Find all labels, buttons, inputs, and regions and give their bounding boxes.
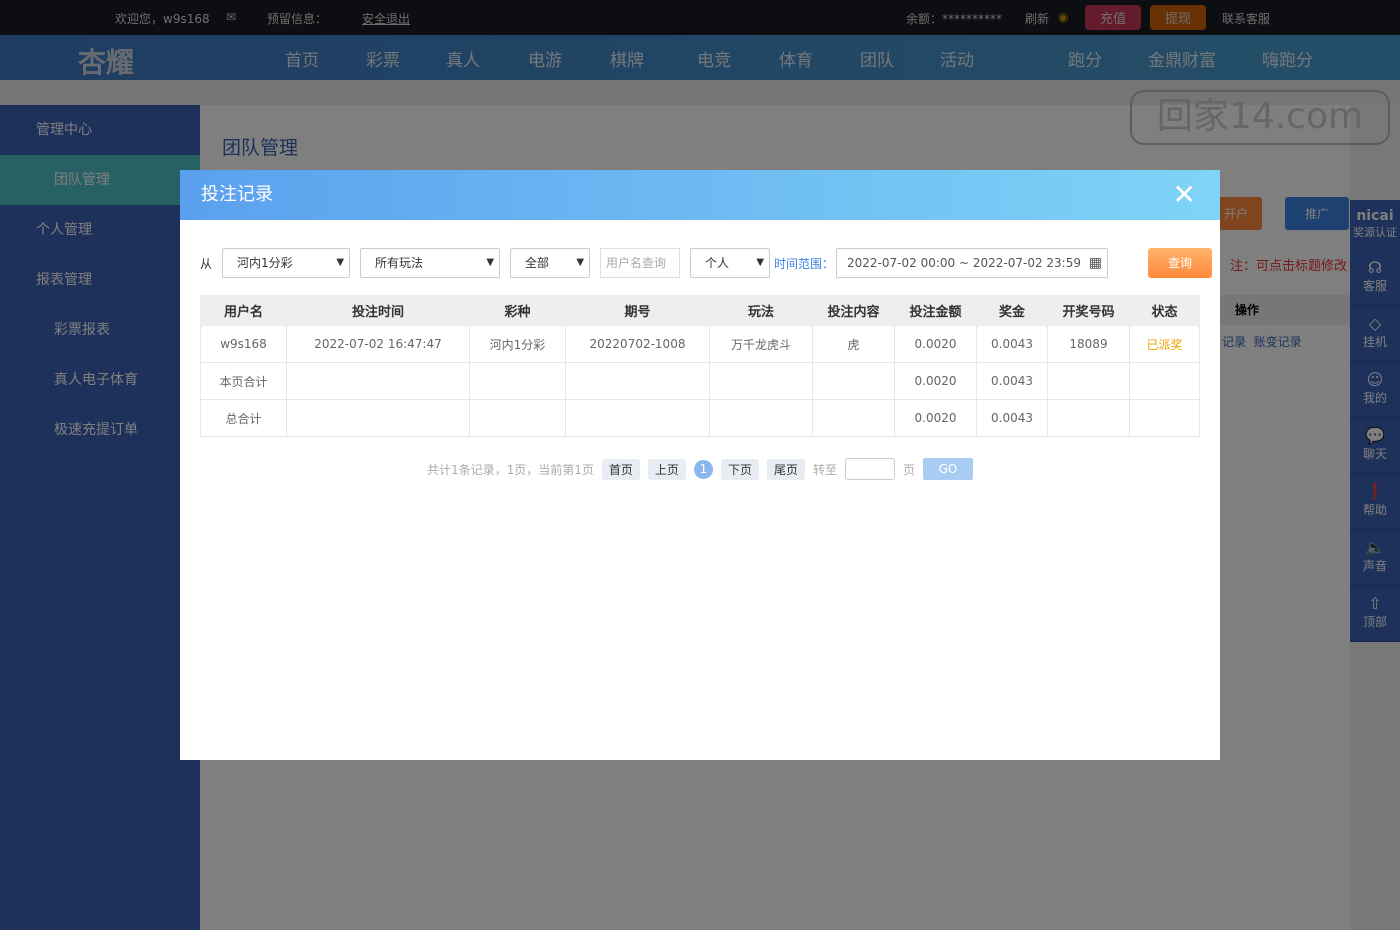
filter-bar: 从 河内1分彩 ▼ 所有玩法 ▼ 全部 ▼ 用户名查询 个人 ▼ 时间范围： 2022-… [200,248,1213,278]
column-header: 彩种 [469,295,566,326]
page-label: 页 [902,462,915,477]
table-cell: 0.0020 [894,399,977,437]
bet-table: 用户名 投注时间 彩种 期号 玩法 投注内容 投注金额 奖金 开奖号码 状态 w9s168 2022… [200,295,1200,437]
last-page-button[interactable]: 尾页 [766,458,805,480]
table-cell: 2022-07-02 16:47:47 [286,325,470,363]
close-icon[interactable]: ✕ [1173,170,1196,220]
table-cell: 0.0043 [976,325,1048,363]
goto-page-input[interactable] [844,458,895,480]
status-select[interactable]: 全部 ▼ [510,248,591,278]
column-header: 用户名 [200,295,287,326]
column-header: 投注时间 [286,295,470,326]
table-cell: w9s168 [200,325,287,363]
column-header: 玩法 [709,295,813,326]
column-header: 开奖号码 [1047,295,1130,326]
table-cell: 18089 [1047,325,1130,363]
table-cell: 0.0020 [894,325,977,363]
from-label: 从 [200,256,213,271]
table-cell [286,362,470,400]
table-cell: 0.0043 [976,399,1048,437]
modal-header: 投注记录 ✕ [180,170,1220,220]
table-cell [1129,399,1200,437]
first-page-button[interactable]: 首页 [601,458,640,480]
calendar-icon: ▦ [1088,255,1103,271]
table-cell: 虎 [812,325,895,363]
table-cell [709,399,813,437]
table-cell [1047,399,1130,437]
pagination: 共计1条记录，1页，当前第1页 首页 上页 1 下页 尾页 转至 页 GO [427,458,973,480]
table-cell [469,362,566,400]
pager-summary: 共计1条记录，1页，当前第1页 [427,462,594,477]
column-header: 期号 [565,295,710,326]
table-cell [469,399,566,437]
table-cell: 已派奖 [1129,325,1200,363]
table-cell: 河内1分彩 [469,325,566,363]
prev-page-button[interactable]: 上页 [647,458,686,480]
column-header: 状态 [1129,295,1200,326]
table-cell: 本页合计 [200,362,287,400]
play-select[interactable]: 所有玩法 ▼ [360,248,501,278]
bet-record-modal: 投注记录 ✕ 从 河内1分彩 ▼ 所有玩法 ▼ 全部 ▼ 用户名查询 个人 ▼ 时间范围：… [180,170,1220,760]
next-page-button[interactable]: 下页 [720,458,759,480]
table-cell [812,399,895,437]
table-row: 总合计 0.0020 0.0043 [200,399,1200,437]
table-cell [565,399,710,437]
current-page[interactable]: 1 [693,459,713,479]
table-cell: 0.0043 [976,362,1048,400]
goto-label: 转至 [812,462,837,477]
table-cell [709,362,813,400]
scope-select[interactable]: 个人 ▼ [690,248,771,278]
column-header: 投注内容 [812,295,895,326]
time-range-label: 时间范围： [774,256,835,271]
go-button[interactable]: GO [923,458,973,480]
query-button[interactable]: 查询 [1148,248,1213,278]
table-cell: 总合计 [200,399,287,437]
time-range-input[interactable]: 2022-07-02 00:00 ~ 2022-07-02 23:59 ▦ [836,248,1109,278]
table-cell [1129,362,1200,400]
table-cell [812,362,895,400]
table-cell: 万千龙虎斗 [709,325,813,363]
table-cell [286,399,470,437]
table-row: 本页合计 0.0020 0.0043 [200,362,1200,400]
table-cell [1047,362,1130,400]
username-input[interactable]: 用户名查询 [600,248,681,278]
table-row: w9s168 2022-07-02 16:47:47 河内1分彩 20220702-1… [200,325,1200,363]
column-header: 奖金 [976,295,1048,326]
modal-title: 投注记录 [201,184,273,205]
table-cell: 20220702-1008 [565,325,710,363]
table-cell [565,362,710,400]
table-cell: 0.0020 [894,362,977,400]
column-header: 投注金额 [894,295,977,326]
lottery-select[interactable]: 河内1分彩 ▼ [222,248,351,278]
